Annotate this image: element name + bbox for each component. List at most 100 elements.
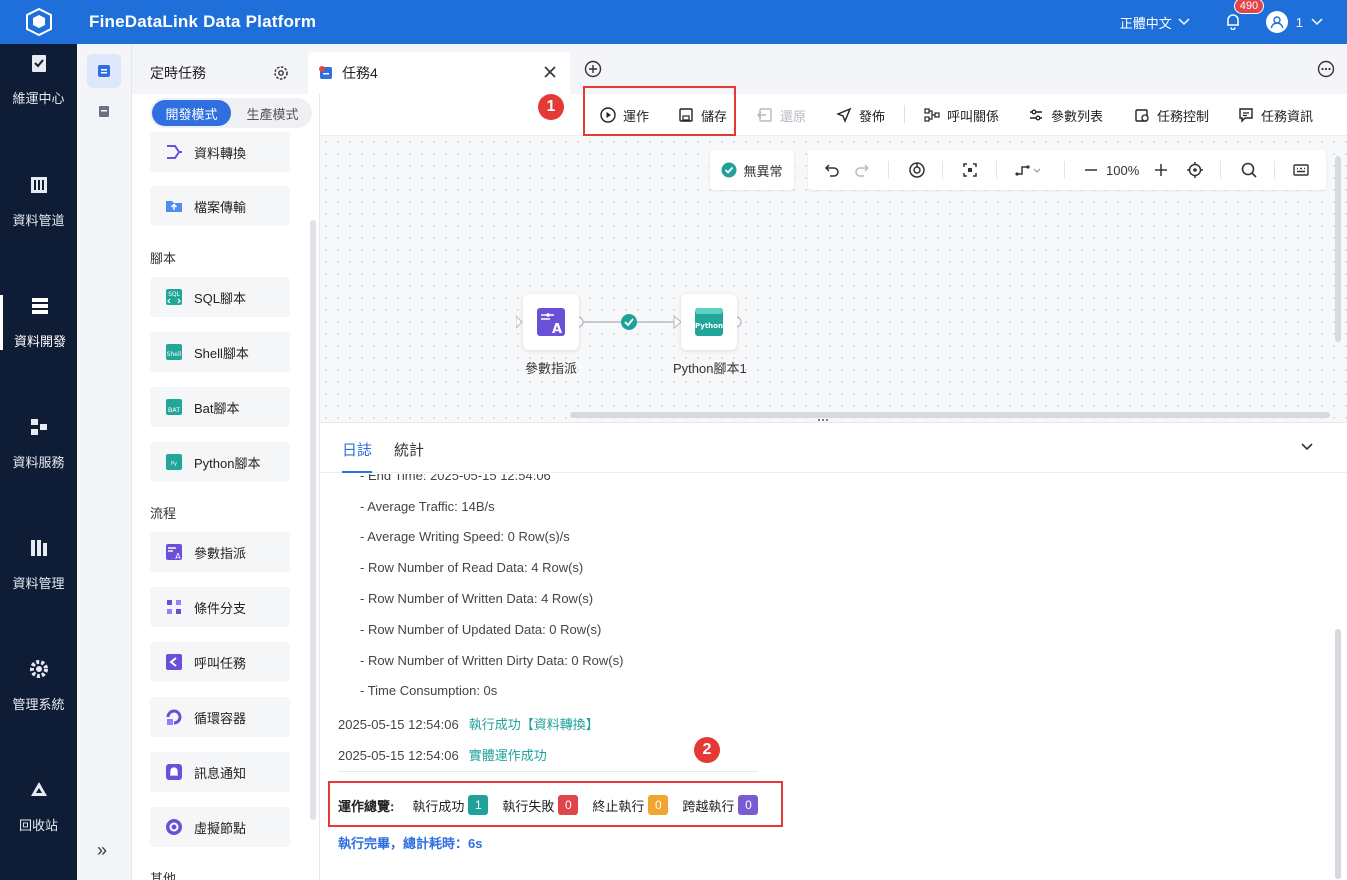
layout-button[interactable]	[908, 160, 926, 180]
panel-scrollbar[interactable]	[310, 220, 316, 820]
call-relation-button[interactable]: 呼叫關係	[924, 103, 999, 127]
tool-label: 呼叫任務	[194, 655, 247, 671]
save-button[interactable]: 儲存	[678, 103, 727, 127]
tab-log[interactable]: 日誌	[342, 439, 372, 460]
log-timestamp: 2025-05-15 12:54:06	[338, 748, 459, 763]
add-tab-icon[interactable]	[584, 60, 602, 78]
nav-item-recycle-bin[interactable]: 回收站	[0, 779, 77, 834]
recycle-icon	[30, 782, 47, 796]
close-icon[interactable]	[542, 64, 558, 80]
left-nav: 維運中心 資料管道 資料開發 資料服務 資料管理 管理系統 回收站	[0, 44, 77, 880]
tool-bat-script[interactable]: BAT Bat腳本	[150, 387, 290, 427]
log-entry: 2025-05-15 12:54:06 執行成功【資料轉換】	[338, 714, 599, 733]
rail-scheduled-tasks[interactable]	[87, 54, 121, 88]
log-line: - End Time: 2025-05-15 12:54:06	[360, 474, 551, 483]
publish-button[interactable]: 發佈	[836, 103, 885, 127]
group-flow-label: 流程	[150, 506, 177, 521]
param-list-label: 參數列表	[1051, 108, 1104, 124]
tool-data-transform[interactable]: 資料轉換	[150, 132, 290, 172]
rail-realtime-tasks[interactable]	[87, 94, 121, 128]
stop-label: 終止執行	[592, 798, 645, 814]
redo-button[interactable]	[854, 160, 870, 180]
tab-task4[interactable]: 任務4	[308, 52, 570, 94]
send-icon	[836, 107, 852, 123]
node-python-script[interactable]: Python	[681, 294, 737, 350]
zoom-out-button[interactable]	[1084, 160, 1098, 180]
locate-button[interactable]	[1186, 160, 1204, 180]
log-scrollbar[interactable]	[1335, 629, 1341, 879]
tool-shell-script[interactable]: Shell Shell腳本	[150, 332, 290, 372]
tool-param-assign[interactable]: A 參數指派	[150, 532, 290, 572]
run-complete-message: 執行完畢，總計耗時：6s	[338, 836, 483, 851]
status-indicator[interactable]: 無異常	[710, 150, 794, 190]
prod-mode-button[interactable]: 生產模式	[233, 100, 312, 126]
connector-style-button[interactable]	[1014, 160, 1042, 180]
dev-mode-button[interactable]: 開發模式	[152, 100, 231, 126]
canvas-horizontal-scrollbar[interactable]	[570, 412, 1330, 418]
app-title: FineDataLink Data Platform	[89, 12, 317, 31]
tool-python-script[interactable]: Py Python腳本	[150, 442, 290, 482]
group-script-label: 腳本	[150, 251, 177, 266]
nav-item-data-dev[interactable]: 資料開發	[0, 295, 77, 350]
chevron-down-icon[interactable]	[1299, 439, 1315, 455]
fit-view-button[interactable]	[962, 160, 978, 180]
more-options-icon[interactable]	[1317, 60, 1335, 78]
skip-label: 跨越執行	[682, 798, 735, 814]
nav-item-data-pipeline[interactable]: 資料管道	[0, 174, 77, 229]
nav-item-system-management[interactable]: 管理系統	[0, 658, 77, 713]
flow-canvas[interactable]: 無異常 100% A 參數指派 Python Python腳本1	[320, 136, 1347, 425]
tab-statistics[interactable]: 統計	[394, 439, 424, 460]
task-control-label: 任務控制	[1157, 108, 1210, 124]
notification-button[interactable]: 490	[1224, 0, 1265, 32]
tab-scheduled-tasks[interactable]: 定時任務	[132, 52, 304, 94]
tool-call-task[interactable]: 呼叫任務	[150, 642, 290, 682]
expand-sidebar-button[interactable]: »	[97, 840, 107, 861]
nav-item-data-service[interactable]: 資料服務	[0, 416, 77, 471]
run-label: 運作	[623, 108, 650, 124]
language-selector[interactable]: 正體中文	[1120, 13, 1190, 32]
keyboard-shortcuts-button[interactable]	[1292, 160, 1310, 180]
tool-label: Shell腳本	[194, 345, 249, 361]
search-button[interactable]	[1240, 160, 1258, 180]
skip-count-badge: 0	[738, 795, 759, 815]
toolbar-divider	[1064, 161, 1065, 179]
nav-item-data-management[interactable]: 資料管理	[0, 537, 77, 592]
canvas-vertical-scrollbar[interactable]	[1335, 156, 1341, 342]
nav-label: 資料管理	[12, 576, 65, 591]
palette-icon	[909, 162, 925, 178]
param-list-button[interactable]: 參數列表	[1028, 103, 1103, 127]
zoom-in-button[interactable]	[1154, 160, 1168, 180]
nav-item-ops-center[interactable]: 維運中心	[0, 52, 77, 107]
undo-button[interactable]	[824, 160, 840, 180]
fail-label: 執行失敗	[502, 798, 555, 814]
log-tabs: 日誌 統計	[320, 423, 1347, 473]
restore-icon	[757, 108, 772, 122]
restore-button[interactable]: 還原	[757, 103, 806, 127]
tool-label: 虛擬節點	[194, 820, 247, 836]
tool-condition-branch[interactable]: 條件分支	[150, 587, 290, 627]
check-circle-icon	[721, 162, 737, 178]
svg-text:BAT: BAT	[168, 406, 180, 414]
tool-virtual-node[interactable]: 虛擬節點	[150, 807, 290, 847]
tool-label: 循環容器	[194, 710, 247, 726]
nav-label: 資料管道	[12, 213, 65, 228]
user-menu[interactable]: 1	[1265, 11, 1323, 33]
tool-message-notify[interactable]: 訊息通知	[150, 752, 290, 792]
save-icon	[679, 108, 693, 122]
toolbar-divider	[942, 161, 943, 179]
task-info-button[interactable]: 任務資訊	[1238, 103, 1313, 127]
tool-loop-container[interactable]: 循環容器	[150, 697, 290, 737]
log-message: 實體運作成功	[468, 748, 547, 763]
app-logo[interactable]	[0, 0, 77, 44]
task-control-button[interactable]: 任務控制	[1134, 103, 1209, 127]
log-line: - Row Number of Written Data: 4 Row(s)	[360, 591, 594, 606]
gear-icon[interactable]	[272, 64, 290, 82]
tool-sql-script[interactable]: SQL SQL腳本	[150, 277, 290, 317]
stop-count-badge: 0	[648, 795, 669, 815]
node-param-assign[interactable]: A	[523, 294, 579, 350]
run-button[interactable]: 運作	[600, 103, 649, 127]
run-summary: 運作總覽: 執行成功 1 執行失敗 0 終止執行 0 跨越執行 0	[338, 795, 772, 815]
chevron-down-icon	[1178, 18, 1190, 26]
tool-file-transfer[interactable]: 檔案傳輸	[150, 186, 290, 226]
focus-frame-icon	[963, 163, 977, 177]
